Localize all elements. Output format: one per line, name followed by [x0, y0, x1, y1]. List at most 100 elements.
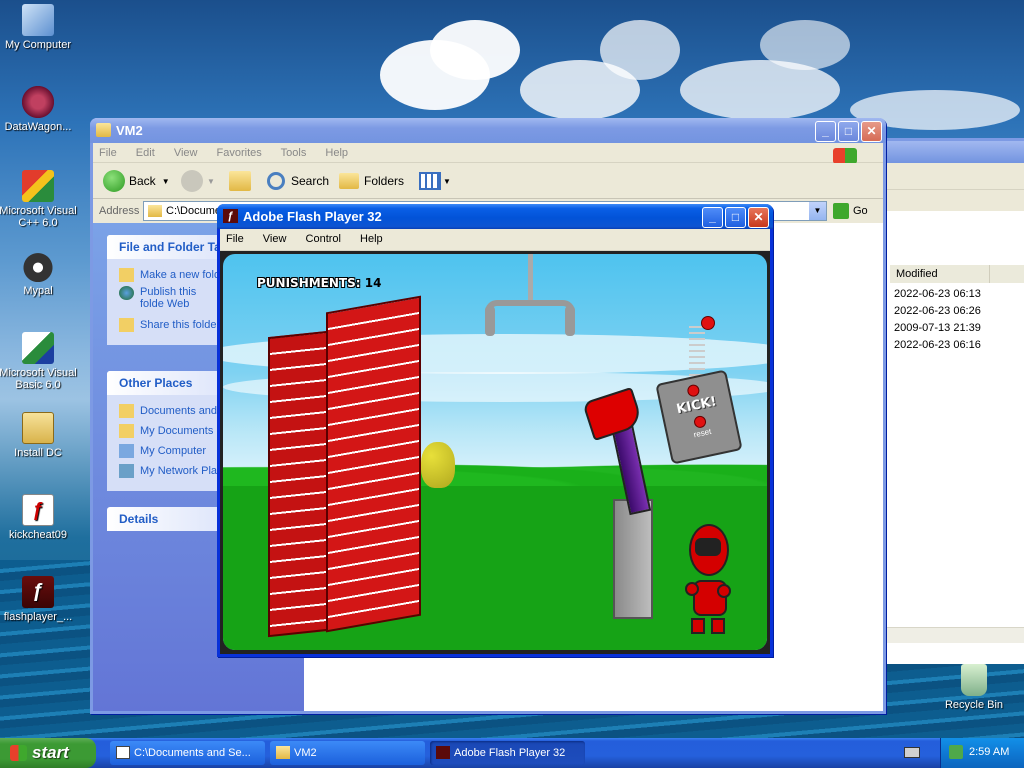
file-row[interactable]: 2009-07-13 21:39 — [894, 322, 981, 334]
flash-menubar: File View Control Help — [220, 229, 770, 251]
menu-help[interactable]: Help — [325, 147, 348, 159]
punishments-value: 14 — [364, 276, 382, 290]
datawagon-icon — [22, 86, 54, 118]
views-icon — [419, 172, 441, 190]
desktop-icon-visual-cpp[interactable]: Microsoft Visual C++ 6.0 — [0, 170, 80, 229]
beehive-icon — [421, 442, 455, 488]
folder-icon — [96, 123, 111, 137]
explorer-menubar: File Edit View Favorites Tools Help — [93, 143, 883, 164]
my-computer-icon — [119, 443, 134, 458]
up-folder-button[interactable] — [229, 170, 251, 192]
folder-icon — [148, 205, 162, 217]
maximize-button[interactable]: □ — [725, 207, 746, 228]
system-tray: 2:59 AM — [940, 738, 1024, 768]
desktop-icon-my-computer[interactable]: My Computer — [0, 4, 80, 51]
back-button[interactable]: Back ▼ — [103, 170, 170, 192]
desktop-icon-flashplayer[interactable]: ƒ flashplayer_... — [0, 576, 80, 623]
brick-wall — [268, 294, 423, 639]
modified-column-header[interactable]: Modified — [890, 265, 990, 283]
back-arrow-icon — [103, 170, 125, 192]
explorer-titlebar[interactable]: VM2 _ □ ✕ — [90, 118, 886, 143]
minimize-button[interactable]: _ — [815, 121, 836, 142]
horizontal-scrollbar[interactable] — [884, 627, 1024, 643]
close-button[interactable]: ✕ — [748, 207, 769, 228]
mypal-icon — [22, 250, 54, 282]
folder-icon — [119, 403, 134, 418]
folders-button[interactable]: Folders — [339, 170, 404, 192]
spring-icon — [689, 322, 705, 382]
flash-player-icon: ƒ — [22, 576, 54, 608]
menu-view[interactable]: View — [174, 147, 198, 159]
clock[interactable]: 2:59 AM — [969, 746, 1009, 758]
go-button[interactable]: Go — [833, 203, 868, 219]
menu-help[interactable]: Help — [360, 233, 383, 245]
taskbar-item-flash-player[interactable]: Adobe Flash Player 32 — [430, 741, 585, 765]
claw-icon — [485, 300, 575, 340]
flash-player-window[interactable]: ƒ Adobe Flash Player 32 _ □ ✕ File View … — [217, 204, 773, 657]
start-button[interactable]: start — [0, 738, 96, 768]
menu-tools[interactable]: Tools — [281, 147, 307, 159]
up-folder-icon — [229, 171, 251, 191]
desktop-icon-visual-basic[interactable]: Microsoft Visual Basic 6.0 — [0, 332, 80, 391]
punishments-label: PUNISHMENTS: — [257, 276, 361, 290]
close-button[interactable]: ✕ — [861, 121, 882, 142]
windows-logo-icon — [833, 148, 857, 164]
desktop-icon-install-dc[interactable]: Install DC — [0, 412, 80, 459]
views-button[interactable]: ▼ — [419, 170, 451, 192]
explorer-toolbar: Back ▼ ▼ Search Folders ▼ — [93, 163, 883, 199]
flash-player-icon: ƒ — [223, 209, 238, 223]
minimize-button[interactable]: _ — [702, 207, 723, 228]
file-row[interactable]: 2022-06-23 06:13 — [894, 288, 981, 300]
search-button[interactable]: Search — [267, 170, 329, 192]
background-window-titlebar[interactable] — [884, 141, 1024, 163]
menu-file[interactable]: File — [226, 233, 244, 245]
punishments-counter: PUNISHMENTS: 14 — [257, 276, 381, 290]
desktop-icon-recycle-bin[interactable]: Recycle Bin — [932, 664, 1016, 711]
chevron-down-icon: ▼ — [443, 176, 451, 186]
share-folder-icon — [119, 317, 134, 332]
search-icon — [267, 172, 285, 190]
flash-titlebar[interactable]: ƒ Adobe Flash Player 32 _ □ ✕ — [217, 204, 773, 229]
go-arrow-icon — [833, 203, 849, 219]
menu-favorites[interactable]: Favorites — [217, 147, 262, 159]
flash-player-icon — [436, 746, 450, 759]
flash-stage: PUNISHMENTS: 14 KICK! reset — [220, 251, 770, 654]
menu-control[interactable]: Control — [306, 233, 341, 245]
install-dc-icon — [22, 412, 54, 444]
kick-machine-post — [613, 499, 653, 619]
visual-cpp-icon — [22, 170, 54, 202]
network-icon — [119, 463, 134, 478]
chevron-down-icon: ▼ — [161, 176, 170, 186]
maximize-button[interactable]: □ — [838, 121, 859, 142]
address-dropdown-button[interactable]: ▼ — [809, 202, 826, 220]
address-label: Address — [99, 205, 140, 217]
menu-edit[interactable]: Edit — [136, 147, 155, 159]
visual-basic-icon — [22, 332, 54, 364]
desktop-icon-kickcheat09[interactable]: ƒ kickcheat09 — [0, 494, 80, 541]
background-window[interactable]: Modified 2022-06-23 06:13 2022-06-23 06:… — [884, 138, 1024, 664]
menu-file[interactable]: File — [99, 147, 117, 159]
windows-logo-icon — [10, 745, 27, 761]
keyboard-icon[interactable] — [904, 747, 920, 758]
my-documents-icon — [119, 423, 134, 438]
forward-button[interactable]: ▼ — [181, 170, 215, 192]
claw-arm — [528, 254, 533, 304]
menu-view[interactable]: View — [263, 233, 287, 245]
game-canvas[interactable]: PUNISHMENTS: 14 KICK! reset — [223, 254, 767, 650]
taskbar-item-7zip[interactable]: C:\Documents and Se... — [110, 741, 265, 765]
globe-icon — [119, 286, 134, 300]
taskbar-item-vm2[interactable]: VM2 — [270, 741, 425, 765]
swf-file-icon: ƒ — [22, 494, 54, 526]
new-folder-icon — [119, 267, 134, 282]
recycle-bin-icon — [961, 664, 987, 696]
folders-icon — [339, 173, 359, 189]
7zip-icon — [116, 746, 130, 759]
file-row[interactable]: 2022-06-23 06:26 — [894, 305, 981, 317]
desktop-icon-datawagon[interactable]: DataWagon... — [0, 86, 80, 133]
file-row[interactable]: 2022-06-23 06:16 — [894, 339, 981, 351]
network-tray-icon[interactable] — [949, 745, 963, 759]
control-antenna-light — [701, 316, 715, 330]
character-strong-bad — [683, 524, 733, 640]
folder-icon — [276, 746, 290, 759]
desktop-icon-mypal[interactable]: Mypal — [0, 250, 80, 297]
